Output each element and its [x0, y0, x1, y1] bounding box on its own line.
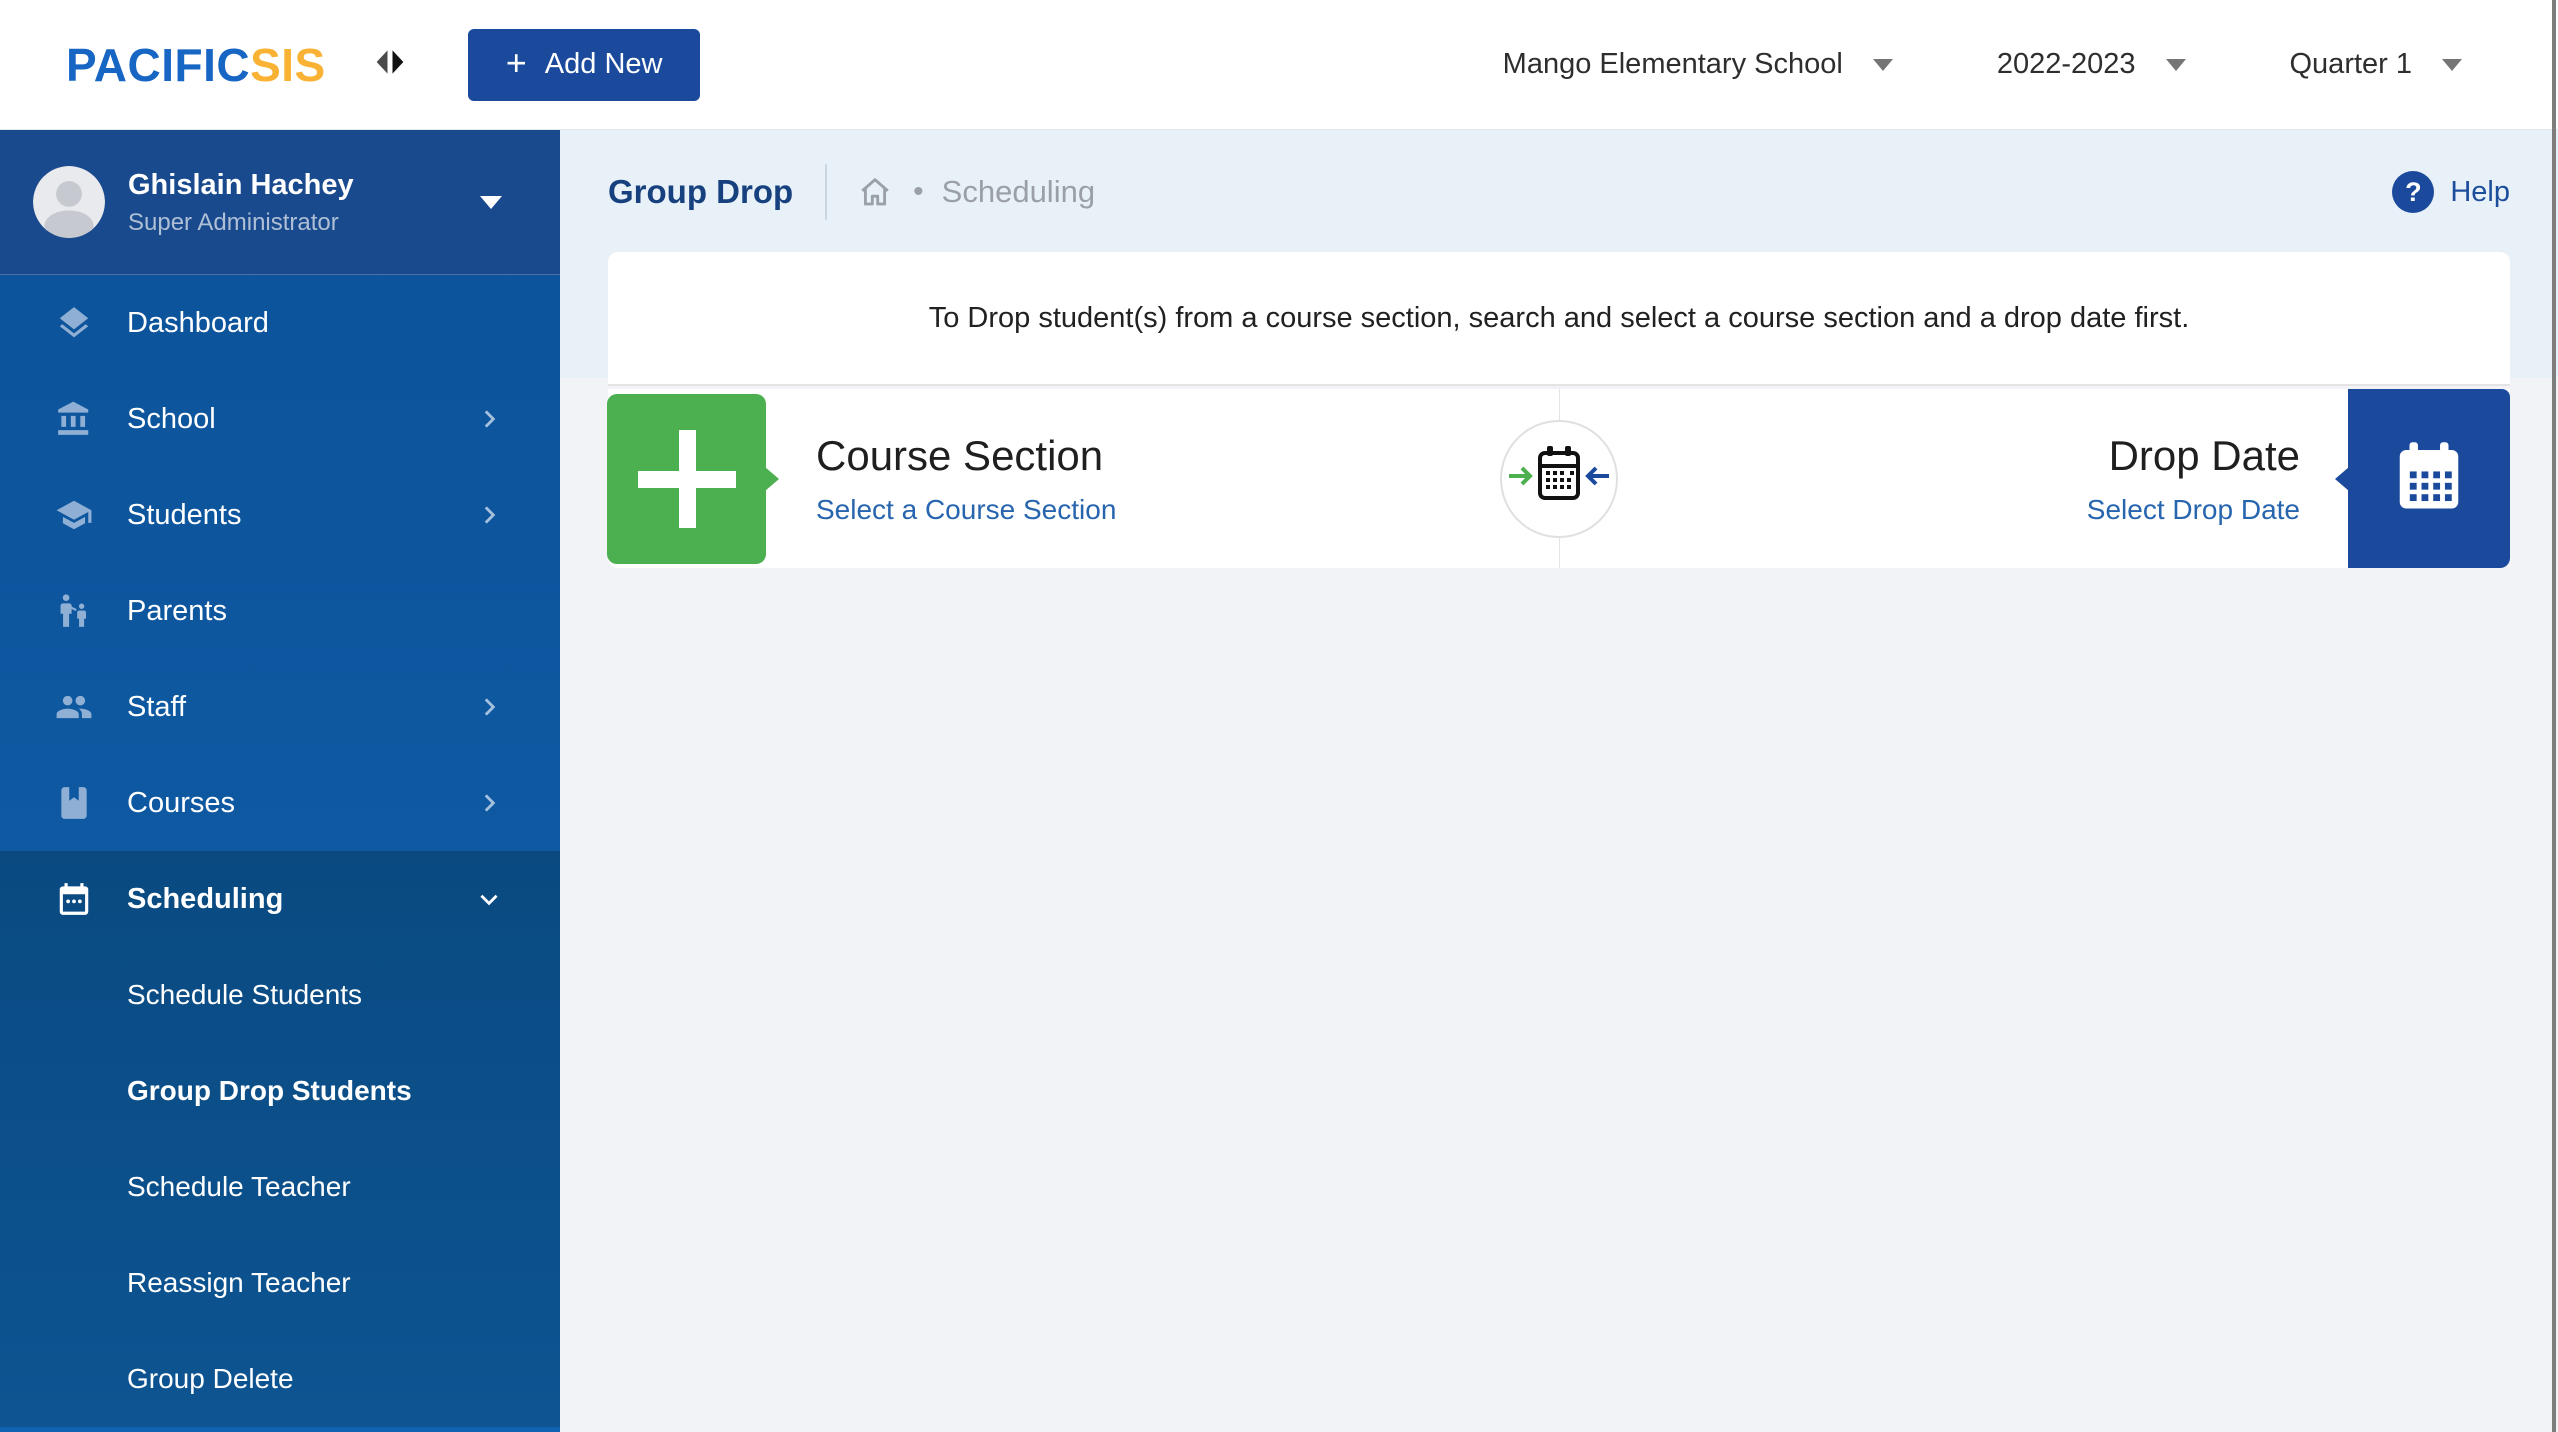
sidebar-item-scheduling[interactable]: Scheduling [0, 851, 560, 947]
chevron-right-icon [476, 406, 502, 432]
user-role: Super Administrator [128, 208, 339, 236]
page-title: Group Drop [608, 173, 794, 210]
chevron-up-icon [476, 886, 502, 912]
app-logo: PACIFICSIS [66, 38, 326, 92]
help-button[interactable]: ? Help [2392, 171, 2510, 213]
sidebar-item-courses[interactable]: Courses [0, 755, 560, 851]
chevron-right-icon [476, 694, 502, 720]
layers-icon [55, 304, 93, 342]
year-selector[interactable]: 2022-2023 [1997, 48, 2186, 81]
drop-transfer-badge [1500, 419, 1618, 538]
sidebar-item-schedule-students[interactable]: Schedule Students [0, 947, 560, 1043]
plus-icon [678, 430, 696, 528]
logo-sis: SIS [250, 38, 326, 91]
sidebar-item-label: Scheduling [127, 882, 284, 915]
user-name: Ghislain Hachey [128, 169, 354, 202]
quarter-selector-value: Quarter 1 [2289, 48, 2413, 80]
select-course-section-link[interactable]: Select a Course Section [816, 494, 1116, 526]
submenu-label: Schedule Students [127, 979, 363, 1010]
people-icon [55, 688, 93, 726]
calendar-icon [2390, 437, 2468, 520]
user-profile-menu[interactable]: Ghislain Hachey Super Administrator [0, 130, 560, 275]
calendar-icon [55, 880, 93, 918]
sidebar-item-label: Courses [127, 786, 235, 819]
sidebar-item-group-drop-students[interactable]: Group Drop Students [0, 1043, 560, 1139]
sidebar-item-label: Staff [127, 690, 187, 723]
sidebar-item-school[interactable]: School [0, 371, 560, 467]
sidebar-collapse-button[interactable] [368, 43, 412, 87]
breadcrumb-divider [825, 164, 828, 220]
quarter-selector[interactable]: Quarter 1 [2289, 48, 2462, 81]
home-icon[interactable] [857, 174, 893, 210]
school-selector[interactable]: Mango Elementary School [1503, 48, 1893, 81]
submenu-label: Group Delete [127, 1363, 294, 1394]
drop-date-block: Drop Date Select Drop Date [2087, 431, 2300, 525]
sidebar-item-students[interactable]: Students [0, 467, 560, 563]
sidebar-item-schedule-teacher[interactable]: Schedule Teacher [0, 1139, 560, 1235]
sidebar-item-label: Dashboard [127, 306, 269, 339]
graduation-cap-icon [55, 496, 93, 534]
year-selector-value: 2022-2023 [1996, 48, 2136, 80]
plus-icon: + [505, 42, 527, 83]
calendar-arrows-icon [1507, 440, 1611, 517]
course-drop-row: Course Section Select a Course Section D… [607, 389, 2510, 568]
profile-caret-icon [480, 195, 502, 209]
drop-date-title: Drop Date [2108, 431, 2300, 479]
chevron-down-icon [1872, 58, 1893, 71]
book-icon [55, 784, 93, 822]
sidebar-item-staff[interactable]: Staff [0, 659, 560, 755]
sidebar-item-dashboard[interactable]: Dashboard [0, 275, 560, 371]
help-question-icon: ? [2392, 171, 2435, 213]
instruction-text: To Drop student(s) from a course section… [928, 301, 2190, 334]
main-content: Group Drop • Scheduling ? Help To Drop s… [560, 130, 2558, 1432]
sidebar-menu: Dashboard School Students Parents Staff … [0, 275, 560, 851]
select-drop-date-link[interactable]: Select Drop Date [2087, 494, 2300, 526]
chevron-down-icon [2442, 58, 2462, 71]
drop-date-calendar-button[interactable] [2335, 389, 2510, 568]
logo-pacific: PACIFIC [66, 38, 251, 91]
course-section-block: Course Section Select a Course Section [816, 431, 1116, 525]
submenu-label: Group Drop Students [127, 1075, 412, 1106]
breadcrumb-section: Scheduling [941, 174, 1096, 209]
school-selector-value: Mango Elementary School [1502, 48, 1843, 80]
profile-text: Ghislain Hachey Super Administrator [128, 167, 354, 237]
submenu-label: Reassign Teacher [127, 1267, 351, 1298]
parent-child-icon [55, 592, 93, 630]
sidebar-item-parents[interactable]: Parents [0, 563, 560, 659]
sidebar: Ghislain Hachey Super Administrator Dash… [0, 130, 560, 1432]
help-label: Help [2450, 175, 2510, 208]
header-selectors: Mango Elementary School 2022-2023 Quarte… [1503, 48, 2558, 81]
chevron-down-icon [2165, 58, 2186, 71]
sidebar-next-item-edge [0, 1427, 560, 1432]
avatar [33, 166, 105, 238]
add-new-label: Add New [544, 48, 663, 80]
breadcrumb-dot: • [913, 175, 924, 208]
chevron-right-icon [476, 790, 502, 816]
add-course-section-button[interactable] [607, 394, 779, 564]
sidebar-item-label: Students [127, 498, 242, 531]
scrollbar[interactable] [2552, 0, 2556, 1432]
breadcrumb: Group Drop • Scheduling ? Help [608, 160, 2510, 224]
top-header: PACIFICSIS + Add New Mango Elementary Sc… [0, 0, 2558, 130]
collapse-arrows-icon [370, 42, 410, 87]
instruction-card: To Drop student(s) from a course section… [608, 252, 2510, 386]
sidebar-item-label: Parents [127, 594, 227, 627]
sidebar-item-label: School [127, 402, 216, 435]
school-building-icon [55, 400, 93, 438]
sidebar-item-reassign-teacher[interactable]: Reassign Teacher [0, 1235, 560, 1331]
course-section-title: Course Section [816, 431, 1104, 479]
add-new-button[interactable]: + Add New [467, 28, 701, 101]
chevron-right-icon [476, 502, 502, 528]
submenu-label: Schedule Teacher [127, 1171, 351, 1202]
scheduling-section: Scheduling Schedule Students Group Drop … [0, 851, 560, 1427]
sidebar-item-group-delete[interactable]: Group Delete [0, 1331, 560, 1427]
